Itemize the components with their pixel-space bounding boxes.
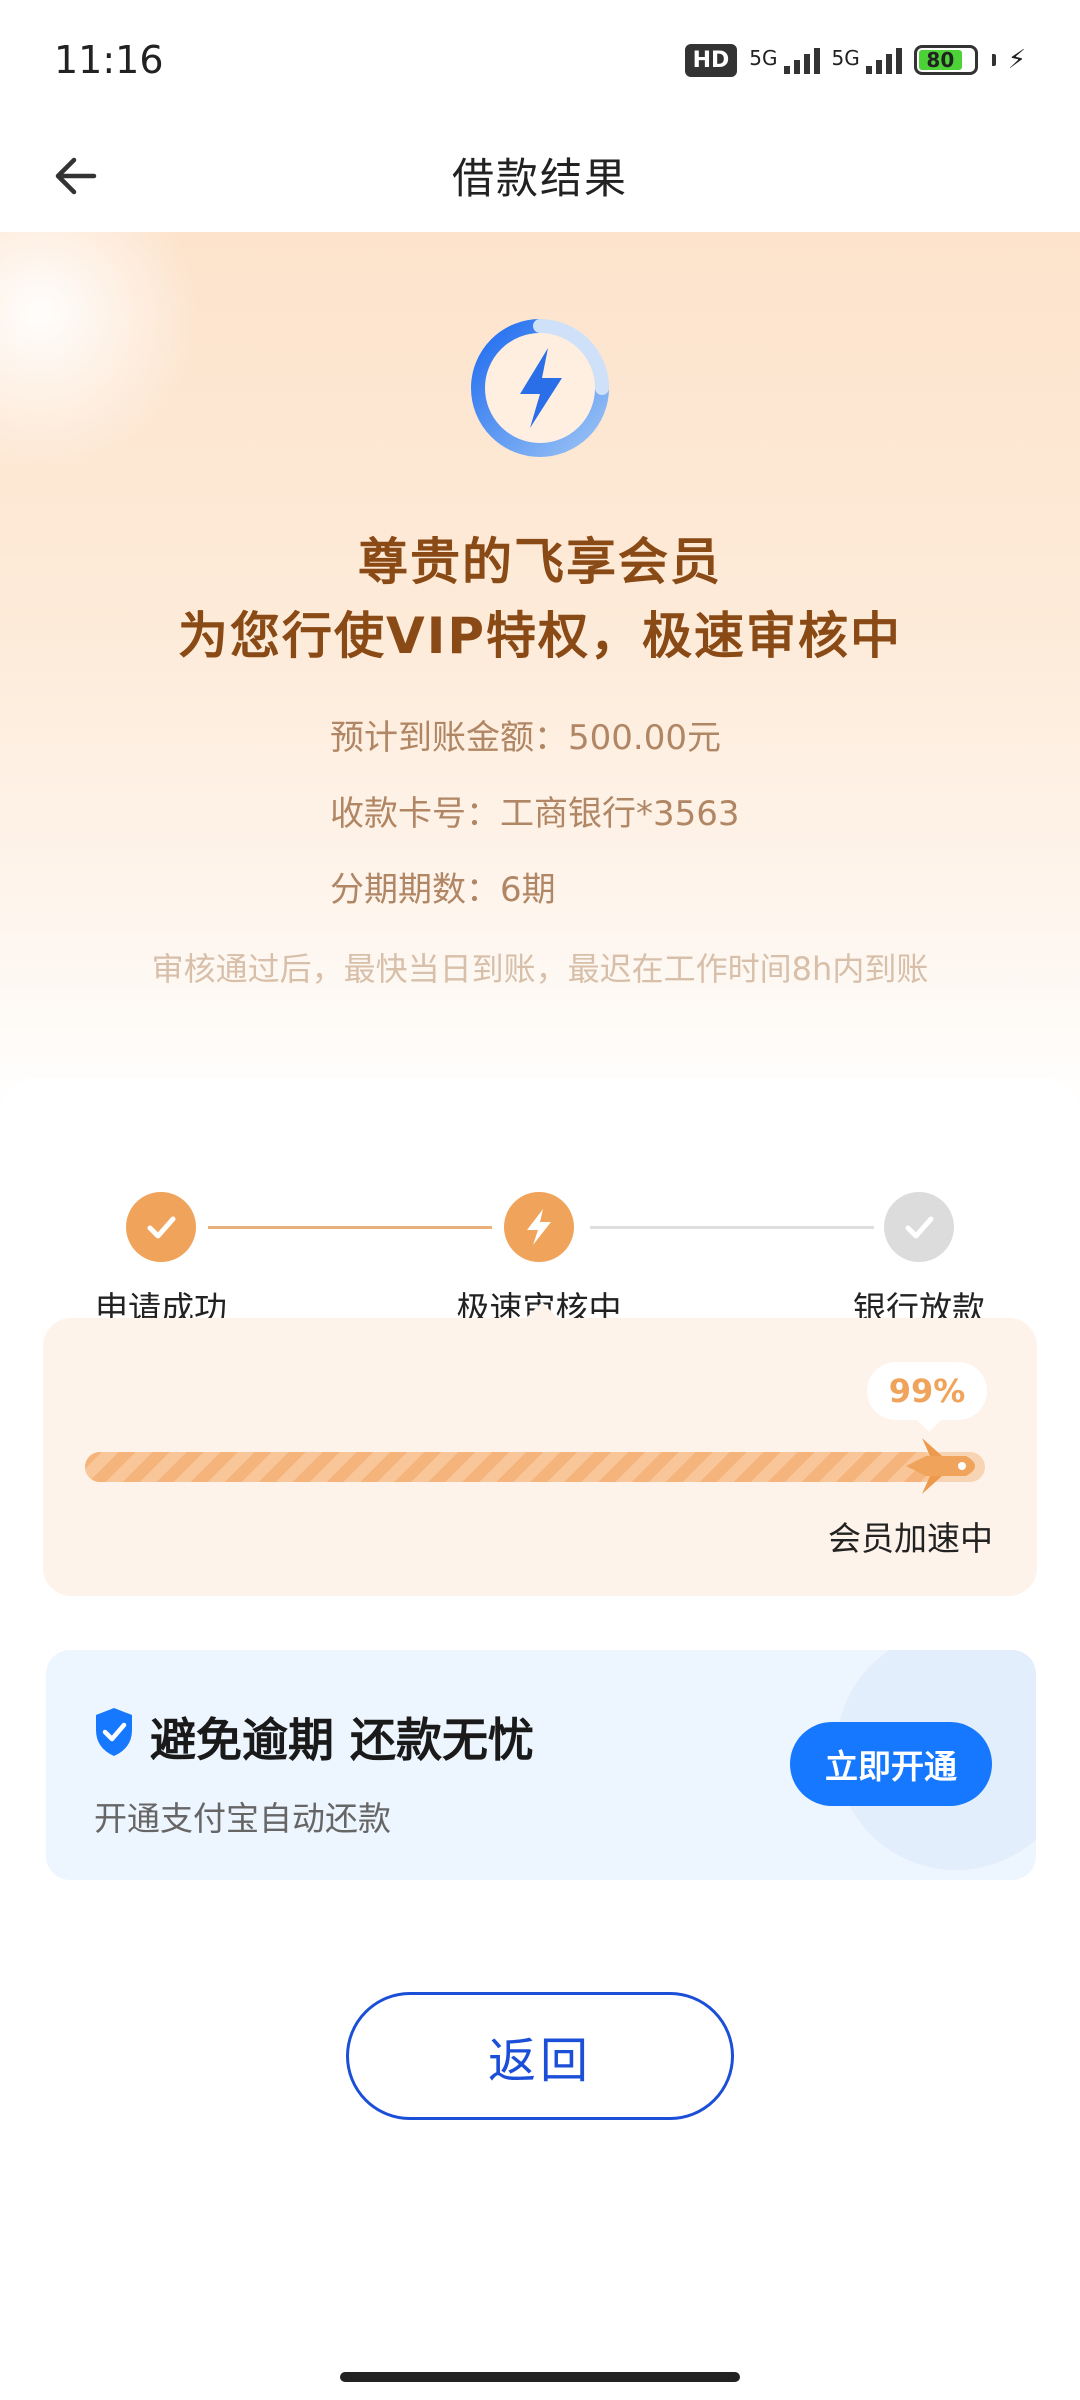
card-number-text: 收款卡号：工商银行*3563 [330,794,740,834]
check-icon [147,1216,176,1239]
promo-subtitle: 开通支付宝自动还款 [94,1799,391,1838]
installments-text: 分期期数：6期 [330,870,556,910]
home-indicator[interactable] [340,2372,740,2382]
nav-header: 借款结果 [0,120,1080,230]
signal-5g-1-icon: 5G [749,46,820,74]
check-icon [905,1216,934,1239]
shield-check-icon [96,1708,132,1756]
promo-title: 避免逾期 还款无忧 [150,1713,535,1767]
speed-status-label: 会员加速中 [828,1519,993,1558]
progress-card: 申请成功 极速审核中 银行放款 99% 会员加速中 避免逾期 还款无忧 开通支付… [0,1078,1080,2400]
hd-badge: HD [684,43,738,77]
progress-track [85,1438,985,1494]
hero-title-line2: 为您行使VIP特权，极速审核中 [178,607,902,665]
battery-icon: 80 [913,45,978,75]
battery-level: 80 [918,48,962,72]
percent-bubble: 99% [867,1362,987,1432]
signal-label: 5G [749,46,778,70]
step-3-dot [884,1192,954,1262]
signal-5g-2-icon: 5G [832,46,902,74]
signal-label: 5G [831,46,860,70]
progress-panel: 99% 会员加速中 [43,1318,1037,1596]
charging-icon: ⚡ [1007,45,1026,75]
arrow-left-icon [55,157,97,195]
step-connector-pending [590,1226,874,1229]
arrival-note: 审核通过后，最快当日到账，最迟在工作时间8h内到账 [151,950,929,988]
step-connector-done [208,1226,492,1229]
step-2-dot [504,1192,574,1262]
activate-now-button[interactable]: 立即开通 [790,1722,992,1806]
page-title: 借款结果 [451,153,628,203]
progress-fill [85,1452,936,1482]
lightning-icon [527,1209,551,1245]
autopay-promo-banner: 避免逾期 还款无忧 开通支付宝自动还款 立即开通 [46,1650,1036,1880]
status-time: 11:16 [54,38,164,82]
rocket-icon [906,1438,975,1494]
step-indicator: 申请成功 极速审核中 银行放款 [0,1134,1080,1328]
battery-tip [991,54,996,66]
status-bar: 11:16 HD 5G 5G 80 ⚡ [0,0,1080,120]
back-button[interactable] [40,140,112,212]
result-hero: 尊贵的飞享会员 为您行使VIP特权，极速审核中 预计到账金额：500.00元 收… [0,232,1080,1112]
step-1-dot [126,1192,196,1262]
return-button[interactable]: 返回 [346,1992,734,2120]
lightning-ring-icon [471,319,609,457]
hero-glow [0,232,200,472]
status-icons: HD 5G 5G 80 ⚡ [684,43,1026,77]
amount-text: 预计到账金额：500.00元 [330,718,721,758]
hero-title-line1: 尊贵的飞享会员 [358,533,722,591]
